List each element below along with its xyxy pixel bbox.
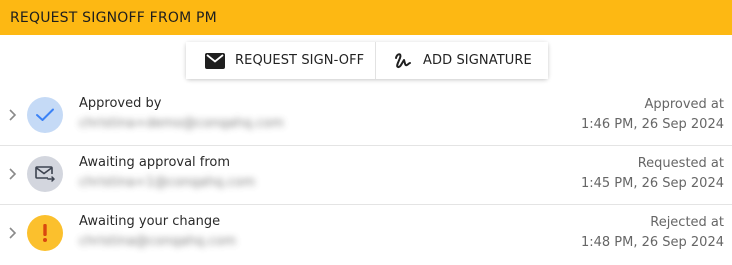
action-button-group: REQUEST SIGN-OFF ADD SIGNATURE xyxy=(186,42,548,79)
chevron-right-icon[interactable] xyxy=(7,108,19,122)
request-signoff-button[interactable]: REQUEST SIGN-OFF xyxy=(186,42,376,79)
add-signature-button[interactable]: ADD SIGNATURE xyxy=(376,42,548,79)
add-signature-label: ADD SIGNATURE xyxy=(423,53,532,68)
row-status-label: Rejected at xyxy=(650,215,724,230)
row-title: Awaiting approval from xyxy=(79,155,231,170)
envelope-icon xyxy=(204,50,226,72)
signoff-row-approved[interactable]: Approved by christina+demo@conqahq.com A… xyxy=(0,87,732,146)
row-email-blurred: christina@conqahq.com xyxy=(79,234,236,249)
row-status-label: Requested at xyxy=(637,156,724,171)
row-status-time: 1:48 PM, 26 Sep 2024 xyxy=(580,235,724,250)
section-title: REQUEST SIGNOFF FROM PM xyxy=(10,9,217,26)
row-status-time: 1:45 PM, 26 Sep 2024 xyxy=(580,176,724,191)
row-status-label: Approved at xyxy=(644,97,724,112)
section-header: REQUEST SIGNOFF FROM PM xyxy=(0,0,732,35)
mail-forward-icon xyxy=(27,156,63,192)
row-status-time: 1:46 PM, 26 Sep 2024 xyxy=(580,117,724,132)
chevron-right-icon[interactable] xyxy=(7,226,19,240)
chevron-right-icon[interactable] xyxy=(7,167,19,181)
exclamation-icon xyxy=(27,215,63,251)
request-signoff-label: REQUEST SIGN-OFF xyxy=(235,53,365,68)
row-email-blurred: christina+demo@conqahq.com xyxy=(79,116,284,131)
row-title: Awaiting your change xyxy=(79,214,221,229)
signature-icon xyxy=(392,50,414,72)
row-title: Approved by xyxy=(79,96,162,111)
row-email-blurred: christina+1@conqahq.com xyxy=(79,175,256,190)
check-icon xyxy=(27,97,63,133)
signoff-row-awaiting-approval[interactable]: Awaiting approval from christina+1@conqa… xyxy=(0,146,732,205)
signoff-row-awaiting-change[interactable]: Awaiting your change christina@conqahq.c… xyxy=(0,205,732,264)
